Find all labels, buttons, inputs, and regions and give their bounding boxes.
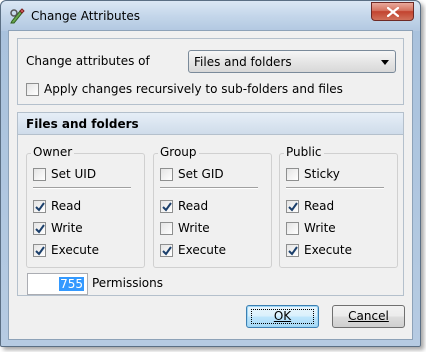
owner-title: Owner bbox=[31, 145, 75, 159]
change-attributes-of-label: Change attributes of bbox=[26, 54, 150, 68]
public-title: Public bbox=[284, 145, 324, 159]
group-read-label: Read bbox=[178, 199, 209, 213]
sticky-label: Sticky bbox=[304, 167, 340, 181]
chevron-down-icon bbox=[381, 60, 389, 65]
checkmark-icon bbox=[288, 246, 298, 256]
owner-execute-label: Execute bbox=[51, 243, 99, 257]
public-write-label: Write bbox=[304, 221, 336, 235]
owner-execute-checkbox[interactable] bbox=[33, 244, 46, 257]
close-button[interactable] bbox=[371, 2, 414, 21]
recursive-label: Apply changes recursively to sub-folders… bbox=[44, 82, 343, 96]
close-icon bbox=[387, 7, 399, 17]
public-group: Public Sticky Read Write Execute bbox=[279, 145, 398, 268]
focus-rectangle bbox=[251, 309, 314, 324]
sticky-checkbox[interactable] bbox=[286, 168, 299, 181]
change-target-select[interactable]: Files and folders bbox=[188, 50, 396, 73]
title-bar[interactable]: Change Attributes bbox=[1, 1, 420, 31]
files-and-folders-title: Files and folders bbox=[26, 117, 139, 131]
group-write-label: Write bbox=[178, 221, 210, 235]
change-attributes-dialog: Change Attributes Change attributes of F… bbox=[0, 0, 421, 347]
owner-write-label: Write bbox=[51, 221, 83, 235]
files-and-folders-header: Files and folders bbox=[18, 113, 403, 135]
owner-read-checkbox[interactable] bbox=[33, 200, 46, 213]
permissions-value: 755 bbox=[59, 277, 84, 291]
checkmark-icon bbox=[162, 246, 172, 256]
owner-write-checkbox[interactable] bbox=[33, 222, 46, 235]
group-execute-label: Execute bbox=[178, 243, 226, 257]
owner-read-label: Read bbox=[51, 199, 82, 213]
owner-group: Owner Set UID Read Write Execute bbox=[26, 145, 145, 268]
recursive-checkbox[interactable] bbox=[26, 83, 39, 96]
owner-separator bbox=[33, 187, 131, 189]
cancel-button[interactable]: Cancel bbox=[332, 305, 405, 328]
public-separator bbox=[286, 187, 384, 189]
checkmark-icon bbox=[35, 224, 45, 234]
group-group: Group Set GID Read Write Execute bbox=[153, 145, 272, 268]
group-execute-checkbox[interactable] bbox=[160, 244, 173, 257]
group-read-checkbox[interactable] bbox=[160, 200, 173, 213]
window-title: Change Attributes bbox=[31, 9, 140, 23]
dialog-client-area: Change attributes of Files and folders A… bbox=[8, 30, 413, 340]
checkmark-icon bbox=[288, 202, 298, 212]
cancel-label: Cancel bbox=[348, 309, 389, 323]
public-read-checkbox[interactable] bbox=[286, 200, 299, 213]
files-and-folders-group: Files and folders Owner Set UID Read Wri… bbox=[17, 112, 404, 296]
public-execute-label: Execute bbox=[304, 243, 352, 257]
permissions-label: Permissions bbox=[92, 276, 163, 290]
set-gid-checkbox[interactable] bbox=[160, 168, 173, 181]
change-target-group: Change attributes of Files and folders A… bbox=[17, 38, 404, 105]
public-read-label: Read bbox=[304, 199, 335, 213]
group-separator bbox=[160, 187, 258, 189]
checkmark-icon bbox=[35, 202, 45, 212]
change-target-value: Files and folders bbox=[194, 55, 292, 69]
ok-button[interactable]: OK bbox=[246, 305, 319, 328]
checkmark-icon bbox=[35, 246, 45, 256]
public-write-checkbox[interactable] bbox=[286, 222, 299, 235]
set-uid-checkbox[interactable] bbox=[33, 168, 46, 181]
permissions-input[interactable]: 755 bbox=[27, 273, 88, 295]
set-uid-label: Set UID bbox=[51, 167, 97, 181]
set-gid-label: Set GID bbox=[178, 167, 224, 181]
gear-pencil-icon bbox=[9, 8, 25, 24]
checkmark-icon bbox=[162, 202, 172, 212]
public-execute-checkbox[interactable] bbox=[286, 244, 299, 257]
group-write-checkbox[interactable] bbox=[160, 222, 173, 235]
group-title: Group bbox=[158, 145, 199, 159]
